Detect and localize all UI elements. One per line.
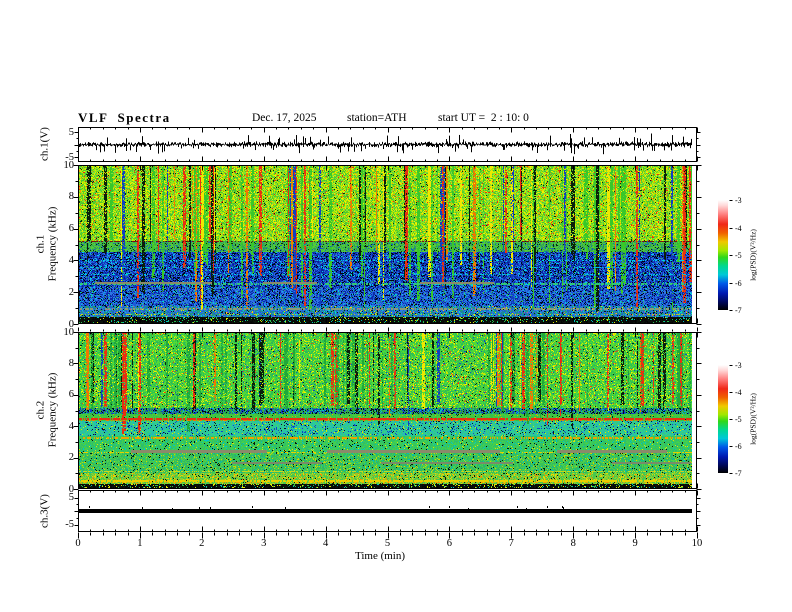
x-tick-label: 9 (632, 538, 638, 549)
x-tick-label: 2 (199, 538, 205, 549)
colorbar-tick-label: -4 (735, 223, 742, 233)
ch1-spec-ylabel-line1: ch.1 (34, 234, 47, 254)
colorbar-tick-label: -4 (735, 388, 742, 397)
x-tick-label: 4 (322, 538, 329, 549)
colorbar-tick-label: -5 (735, 251, 742, 260)
ch2-spec-ylabel: ch.2 Frequency (kHz) (34, 372, 59, 448)
y-tick-label: 8 (68, 191, 74, 203)
x-tick-label: 3 (261, 538, 267, 549)
y-tick-label: 10 (63, 159, 75, 171)
ch1-spec-ylabel: ch.1 Frequency (kHz) (34, 206, 59, 282)
colorbar-tick-label: -5 (735, 415, 742, 424)
x-tick-label: 5 (384, 538, 391, 549)
y-tick-label: -5 (65, 519, 74, 530)
vlf-spectra-figure: VLF Spectra Dec. 17, 2025 station=ATH st… (0, 0, 792, 612)
y-tick-label: 2 (68, 286, 74, 298)
y-tick-label: 6 (68, 223, 74, 235)
y-tick-label: 4 (68, 254, 74, 266)
x-tick-label: 10 (691, 538, 703, 549)
y-tick-label: 8 (68, 357, 74, 369)
x-tick-label: 6 (446, 538, 453, 549)
colorbar-tick-label: -3 (735, 196, 742, 205)
x-tick-label: 0 (75, 538, 81, 549)
y-tick-label: 0 (68, 483, 74, 495)
y-tick-label: 5 (68, 126, 74, 138)
colorbar-tick-label: -6 (735, 278, 742, 288)
colorbar-tick-label: -6 (735, 442, 742, 451)
axes-overlay (0, 0, 792, 612)
ch1-spec-ylabel-line2: Frequency (kHz) (46, 206, 58, 282)
colorbar-tick-label: -7 (735, 469, 742, 478)
colorbar-tick-label: -7 (735, 306, 742, 315)
y-tick-label: 2 (68, 452, 74, 464)
y-tick-label: 10 (63, 326, 75, 338)
y-tick-label: 6 (68, 389, 74, 401)
x-tick-label: 1 (137, 538, 143, 549)
y-tick-label: 4 (68, 420, 74, 432)
ch2-spec-ylabel-line1: ch.2 (34, 400, 47, 420)
ch2-spec-ylabel-line2: Frequency (kHz) (46, 372, 58, 448)
x-tick-label: 7 (508, 538, 514, 549)
x-tick-label: 8 (570, 538, 576, 549)
x-axis-label: Time (min) (355, 550, 406, 562)
colorbar-tick-label: -3 (735, 361, 742, 370)
